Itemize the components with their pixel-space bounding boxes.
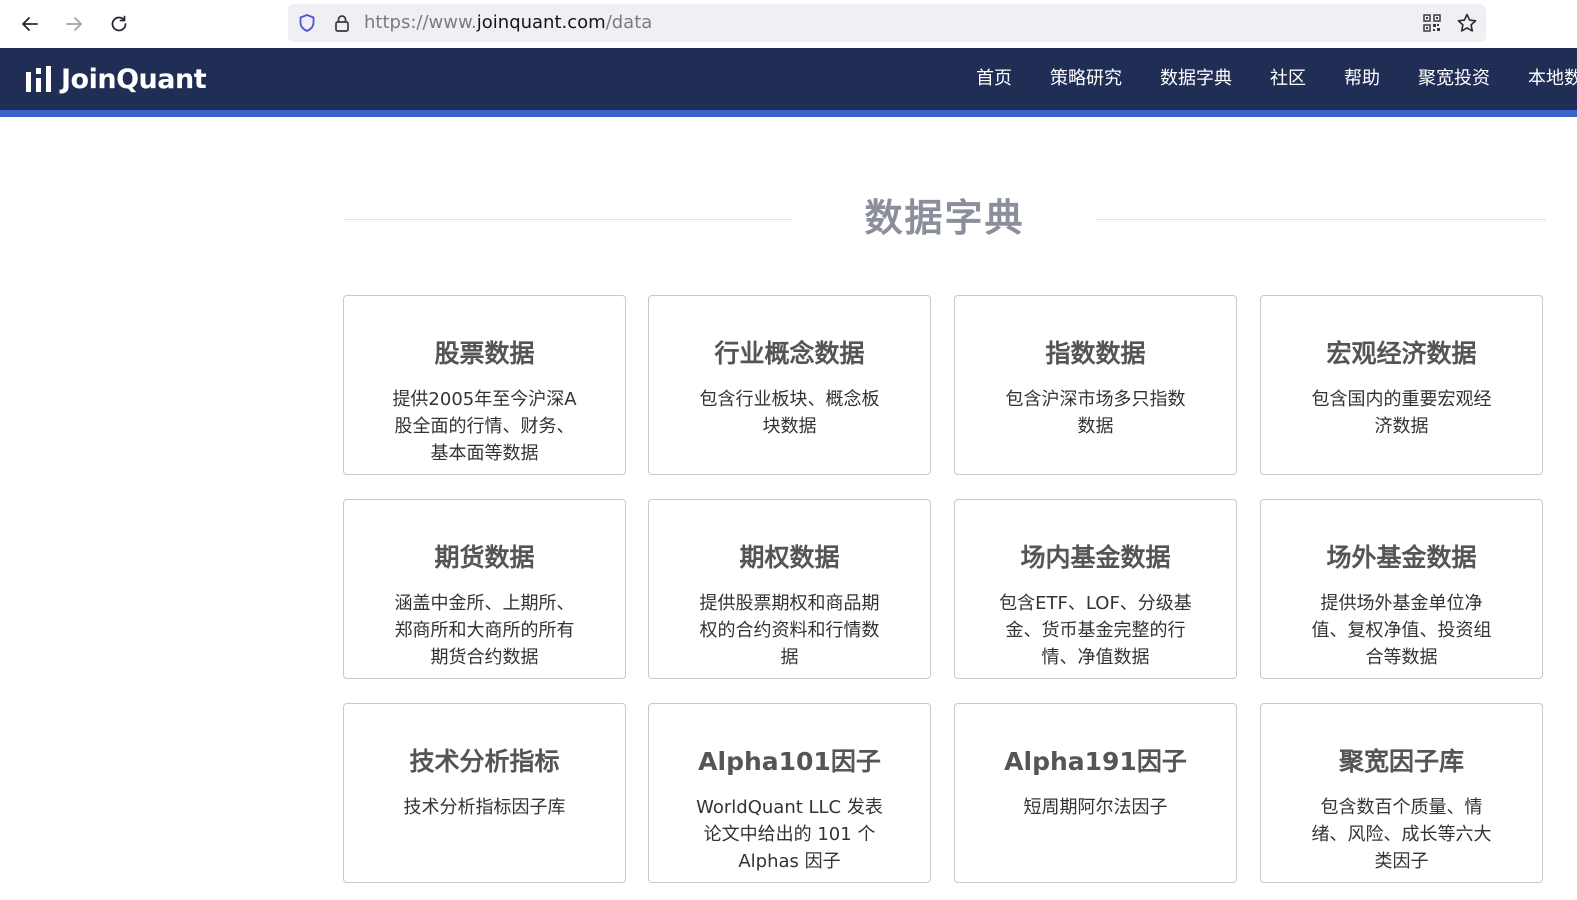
card-description: 技术分析指标因子库 (403, 797, 566, 818)
card-description: 包含ETF、LOF、分级基金、货币基金完整的行情、净值数据 (999, 593, 1192, 668)
card-industry-concept-data[interactable]: 行业概念数据 包含行业板块、概念板块数据 (648, 295, 931, 475)
shield-icon[interactable] (297, 13, 317, 33)
browser-toolbar: https://www.joinquant.com/data (0, 0, 1577, 48)
page-title: 数据字典 (864, 196, 1025, 240)
card-title: 行业概念数据 (714, 339, 865, 368)
card-title: Alpha101因子 (698, 747, 881, 776)
back-button[interactable] (14, 8, 46, 40)
card-description: 涵盖中金所、上期所、郑商所和大商所的所有期货合约数据 (394, 593, 575, 668)
reload-button[interactable] (103, 8, 135, 40)
url-text[interactable]: https://www.joinquant.com/data (364, 4, 652, 42)
card-title: 指数数据 (1045, 339, 1146, 368)
arrow-right-icon (66, 17, 82, 31)
url-host: joinquant.com (476, 12, 606, 33)
lock-icon[interactable] (332, 13, 352, 33)
card-index-data[interactable]: 指数数据 包含沪深市场多只指数数据 (954, 295, 1237, 475)
card-description: 提供场外基金单位净值、复权净值、投资组合等数据 (1311, 593, 1492, 668)
card-options-data[interactable]: 期权数据 提供股票期权和商品期权的合约资料和行情数据 (648, 499, 931, 679)
card-title: 股票数据 (434, 339, 535, 368)
url-scheme: https://www. (364, 12, 477, 33)
card-title: 期权数据 (739, 543, 840, 572)
title-divider-left (343, 219, 793, 220)
reload-icon (111, 15, 127, 32)
card-description: 包含沪深市场多只指数数据 (1005, 389, 1186, 437)
card-otc-fund-data[interactable]: 场外基金数据 提供场外基金单位净值、复权净值、投资组合等数据 (1260, 499, 1543, 679)
card-futures-data[interactable]: 期货数据 涵盖中金所、上期所、郑商所和大商所的所有期货合约数据 (343, 499, 626, 679)
card-description: 包含国内的重要宏观经济数据 (1311, 389, 1492, 437)
title-divider-right (1096, 219, 1546, 220)
card-joinquant-factor-library[interactable]: 聚宽因子库 包含数百个质量、情绪、风险、成长等六大类因子 (1260, 703, 1543, 883)
card-description: WorldQuant LLC 发表论文中给出的 101 个 Alphas 因子 (696, 797, 883, 872)
card-description: 提供股票期权和商品期权的合约资料和行情数据 (699, 593, 880, 668)
address-bar[interactable]: https://www.joinquant.com/data (288, 4, 1486, 42)
card-description: 包含数百个质量、情绪、风险、成长等六大类因子 (1311, 797, 1492, 872)
card-stock-data[interactable]: 股票数据 提供2005年至今沪深A股全面的行情、财务、基本面等数据 (343, 295, 626, 475)
url-path: /data (605, 12, 653, 33)
card-title: 场外基金数据 (1326, 543, 1477, 572)
card-description: 包含行业板块、概念板块数据 (699, 389, 880, 437)
forward-button[interactable] (58, 8, 90, 40)
qr-code-icon[interactable] (1422, 13, 1442, 33)
nav-local-data[interactable]: 本地数据 (1528, 48, 1577, 110)
logo-text: JoinQuant (61, 63, 207, 95)
nav-help[interactable]: 帮助 (1344, 48, 1380, 110)
site-logo[interactable]: JoinQuant (26, 63, 207, 95)
card-alpha101-factors[interactable]: Alpha101因子 WorldQuant LLC 发表论文中给出的 101 个… (648, 703, 931, 883)
card-alpha191-factors[interactable]: Alpha191因子 短周期阿尔法因子 (954, 703, 1237, 883)
page-title-section: 数据字典 (343, 190, 1546, 250)
card-title: 聚宽因子库 (1338, 747, 1464, 776)
nav-strategy-research[interactable]: 策略研究 (1050, 48, 1122, 110)
top-nav: 首页 策略研究 数据字典 社区 帮助 聚宽投资 本地数据 (976, 48, 1577, 110)
card-title: Alpha191因子 (1004, 747, 1187, 776)
card-technical-indicators[interactable]: 技术分析指标 技术分析指标因子库 (343, 703, 626, 883)
bookmark-star-icon[interactable] (1456, 12, 1478, 34)
nav-home[interactable]: 首页 (976, 48, 1012, 110)
card-description: 短周期阿尔法因子 (1023, 797, 1168, 818)
card-title: 宏观经济数据 (1326, 339, 1477, 368)
card-macro-economy-data[interactable]: 宏观经济数据 包含国内的重要宏观经济数据 (1260, 295, 1543, 475)
nav-community[interactable]: 社区 (1270, 48, 1306, 110)
card-exchange-fund-data[interactable]: 场内基金数据 包含ETF、LOF、分级基金、货币基金完整的行情、净值数据 (954, 499, 1237, 679)
card-title: 期货数据 (434, 543, 535, 572)
card-description: 提供2005年至今沪深A股全面的行情、财务、基本面等数据 (392, 389, 577, 464)
arrow-left-icon (22, 17, 38, 31)
card-title: 技术分析指标 (409, 747, 560, 776)
nav-data-dictionary[interactable]: 数据字典 (1160, 48, 1232, 110)
nav-joinquant-invest[interactable]: 聚宽投资 (1418, 48, 1490, 110)
joinquant-logo-icon (26, 66, 51, 92)
card-title: 场内基金数据 (1020, 543, 1171, 572)
site-header: JoinQuant 首页 策略研究 数据字典 社区 帮助 聚宽投资 本地数据 (0, 48, 1577, 117)
